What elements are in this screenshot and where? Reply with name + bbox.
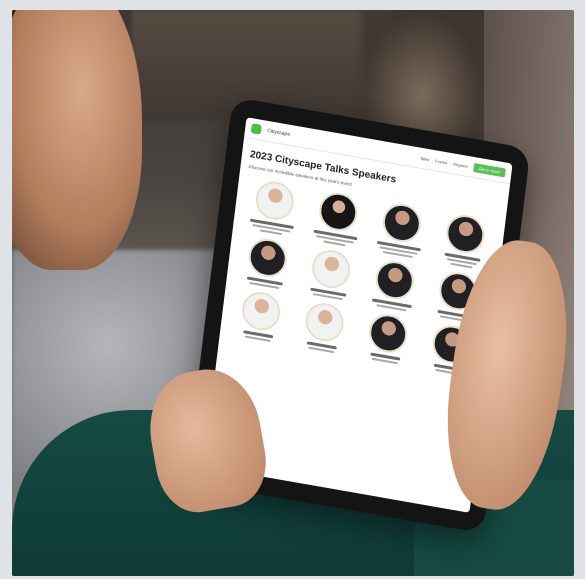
speaker-avatar — [373, 258, 416, 303]
nav-link-talks[interactable]: Talks — [420, 155, 430, 162]
person-head — [12, 10, 142, 270]
speaker-avatar — [444, 212, 487, 257]
speaker-card[interactable] — [359, 256, 428, 314]
speaker-avatar — [239, 289, 283, 334]
cta-button[interactable]: Get in touch — [473, 162, 506, 178]
speaker-card[interactable] — [232, 234, 301, 292]
speaker-avatar — [317, 189, 360, 234]
speaker-card[interactable] — [303, 188, 373, 250]
logo-text: Citiyscape — [266, 127, 291, 138]
nav-link-events[interactable]: Events — [435, 158, 448, 165]
speaker-avatar — [367, 311, 410, 356]
logo-icon[interactable] — [250, 123, 262, 135]
speaker-avatar — [310, 246, 353, 292]
speaker-avatar — [246, 235, 289, 280]
speaker-card[interactable] — [296, 245, 365, 303]
speaker-avatar — [380, 200, 424, 245]
speaker-card[interactable] — [289, 298, 358, 356]
nav-link-register[interactable]: Register — [453, 161, 468, 169]
speaker-avatar — [253, 178, 296, 223]
speaker-card[interactable] — [226, 287, 295, 345]
speaker-card[interactable] — [366, 199, 436, 261]
speaker-card[interactable] — [353, 309, 422, 367]
photo: Citiyscape Talks Events Register Get in … — [12, 10, 574, 576]
speaker-avatar — [303, 300, 346, 345]
speaker-card[interactable] — [239, 176, 309, 238]
